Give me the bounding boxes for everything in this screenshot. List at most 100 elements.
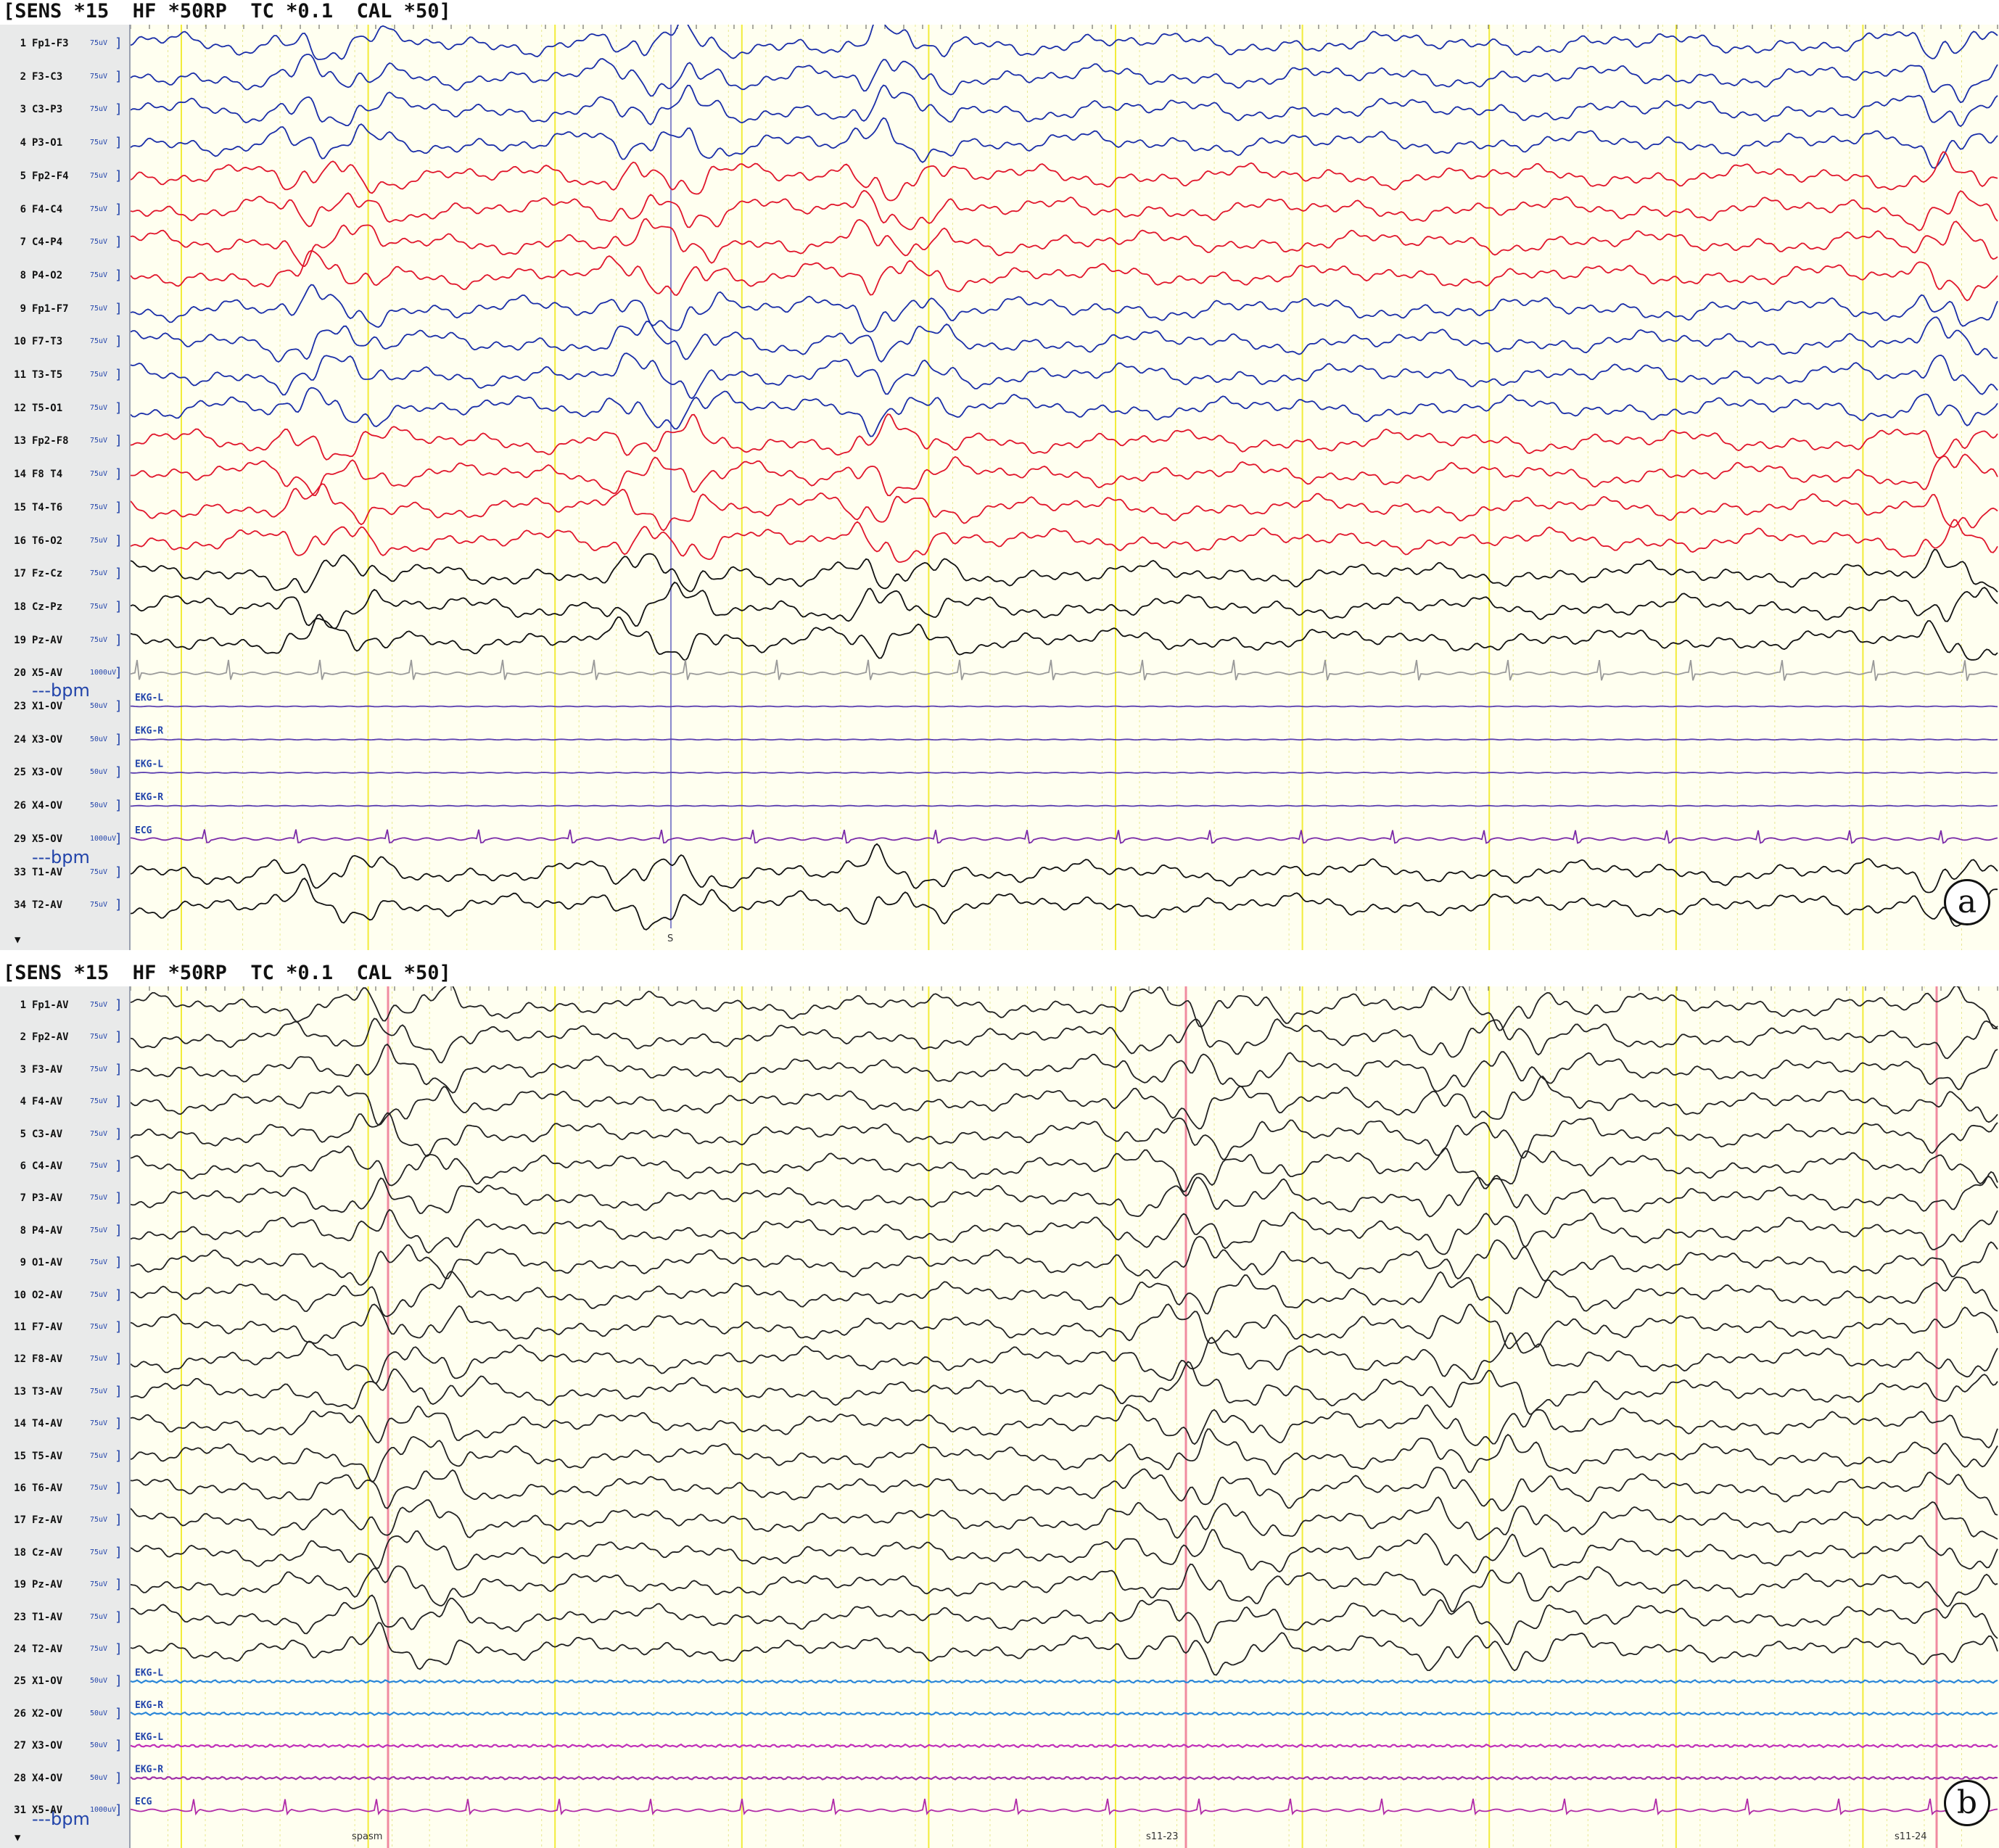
channel-sensitivity: 75uV <box>90 304 108 313</box>
channel-sensitivity: 75uV <box>90 171 108 180</box>
trace-f7-t3 <box>131 316 1998 363</box>
channel-name: F8-AV <box>32 1353 63 1366</box>
channel-number: 20 <box>14 667 26 680</box>
cal-bracket: ] <box>115 532 123 548</box>
trace-area-a[interactable]: EKG-L EKG-R EKG-L EKG-R ECG S <box>131 25 1999 950</box>
channel-sensitivity: 75uV <box>90 1194 108 1203</box>
cal-bracket: ] <box>115 334 123 350</box>
channel-sensitivity: 75uV <box>90 337 108 346</box>
cal-bracket: ] <box>115 1770 123 1786</box>
channel-label: 24 T2-AV 75uV] <box>0 1642 129 1657</box>
channel-sensitivity: 75uV <box>90 403 108 412</box>
channel-labels-b: 1 Fp1-AV 75uV] 2 Fp2-AV 75uV] 3 F3-AV 75uV] 4 F4-A… <box>0 986 131 1848</box>
channel-label: 2 Fp2-AV 75uV] <box>0 1030 129 1044</box>
channel-name: F7-T3 <box>32 336 63 348</box>
channel-label: 6 F4-C4 75uV] <box>0 202 129 217</box>
eeg-traces-b: EKG-L EKG-R EKG-L EKG-R ECG spasm s11-23 s11-24 <box>131 986 1998 1848</box>
channel-number: 25 <box>14 1675 26 1688</box>
cal-bracket: ] <box>115 1255 123 1271</box>
channel-name: P3-AV <box>32 1192 63 1205</box>
trace-fp2-av <box>131 1018 1998 1064</box>
end-marker: ▼ <box>0 933 129 947</box>
channel-label: 19 Pz-AV 75uV] <box>0 632 129 648</box>
channel-number: 11 <box>14 1321 26 1333</box>
cal-bracket: ] <box>115 1158 123 1173</box>
trace-t3-t5 <box>131 352 1998 400</box>
channel-number: 24 <box>14 733 26 746</box>
channel-name: F3-C3 <box>32 70 63 83</box>
channel-label: 14 T4-AV 75uV] <box>0 1416 129 1431</box>
trace-fz-cz <box>131 548 1998 593</box>
channel-sensitivity: 75uV <box>90 238 108 247</box>
channel-number: 2 <box>20 1031 26 1044</box>
trace-fp1-f3 <box>131 25 1998 60</box>
channel-label: 4 F4-AV 75uV] <box>0 1094 129 1109</box>
cal-bracket: ] <box>115 897 123 913</box>
channel-number: 13 <box>14 435 26 447</box>
panel-letter-b: b <box>1944 1780 1990 1826</box>
channel-sensitivity: 75uV <box>90 1323 108 1331</box>
channel-label: 26 X4-OV 50uV] <box>0 799 129 813</box>
channel-name: C3-P3 <box>32 104 63 116</box>
cal-bracket: ] <box>115 135 123 151</box>
channel-label: 13 Fp2-F8 75uV] <box>0 434 129 448</box>
event-annotation: s11-24 <box>1895 1831 1927 1842</box>
channel-number: 3 <box>20 104 26 116</box>
channel-name: Fp2-F4 <box>32 170 69 182</box>
trace-area-b[interactable]: EKG-L EKG-R EKG-L EKG-R ECG spasm s11-23 s11-24 <box>131 986 1999 1848</box>
cal-bracket: ] <box>115 1577 123 1593</box>
channel-label: 5 Fp2-F4 75uV] <box>0 168 129 183</box>
cal-bracket: ] <box>115 1061 123 1077</box>
channel-sensitivity: 75uV <box>90 1516 108 1525</box>
channel-name: X3-OV <box>32 733 63 746</box>
channel-sensitivity: 75uV <box>90 1097 108 1106</box>
channel-label: 11 T3-T5 75uV] <box>0 368 129 382</box>
channel-sensitivity: 75uV <box>90 1065 108 1073</box>
trace-t5-o1 <box>131 387 1998 437</box>
trace-cz-av <box>131 1529 1998 1574</box>
channel-sensitivity: 75uV <box>90 1580 108 1589</box>
channel-sensitivity: 1000uV <box>90 669 117 677</box>
cal-bracket: ] <box>115 864 123 880</box>
channel-sensitivity: 75uV <box>90 437 108 445</box>
channel-sensitivity: 50uV <box>90 1741 108 1750</box>
channel-name: X4-OV <box>32 1772 63 1784</box>
channel-number: 5 <box>20 170 26 182</box>
trace-t1-av <box>131 1594 1998 1646</box>
channel-name: T3-T5 <box>32 369 63 381</box>
cal-bracket: ] <box>115 1705 123 1721</box>
trace-c4-p4 <box>131 218 1998 268</box>
channel-sensitivity: 75uV <box>90 470 108 479</box>
trace-f3-c3 <box>131 54 1998 104</box>
channel-label: 17 Fz-Cz 75uV] <box>0 566 129 581</box>
channel-number: 18 <box>14 1546 26 1559</box>
channel-sensitivity: 75uV <box>90 1645 108 1653</box>
channel-number: 12 <box>14 402 26 414</box>
channel-name: T1-AV <box>32 1611 63 1623</box>
channel-number: 23 <box>14 701 26 712</box>
trace-tag: EKG-R <box>135 1700 163 1711</box>
channel-name: O2-AV <box>32 1289 63 1301</box>
channel-label: 10 O2-AV 75uV] <box>0 1287 129 1303</box>
channel-name: X3-OV <box>32 1740 63 1752</box>
cal-bracket: ] <box>115 1448 123 1464</box>
channel-sensitivity: 75uV <box>90 1258 108 1267</box>
channel-label: 29 X5-OV 1000uV] <box>0 831 129 846</box>
trace-t5-av <box>131 1428 1998 1483</box>
channel-number: 7 <box>20 1192 26 1205</box>
channel-sensitivity: 75uV <box>90 1226 108 1234</box>
channel-label: 7 C4-P4 75uV] <box>0 235 129 249</box>
channel-name: O1-AV <box>32 1257 63 1269</box>
channel-sensitivity: 1000uV <box>90 834 117 843</box>
cal-bracket: ] <box>115 400 123 416</box>
channel-name: Cz-Pz <box>32 601 63 613</box>
channel-label: 25 X1-OV 50uV] <box>0 1674 129 1688</box>
channel-label: 12 F8-AV 75uV] <box>0 1352 129 1366</box>
trace-t3-av <box>131 1361 1998 1415</box>
trace-tag: EKG-L <box>135 759 163 770</box>
cal-bracket: ] <box>115 1287 123 1303</box>
channel-name: Pz-AV <box>32 634 63 646</box>
channel-name: X4-OV <box>32 800 63 812</box>
trace-p4-o2 <box>131 249 1998 302</box>
channel-number: 2 <box>20 70 26 83</box>
